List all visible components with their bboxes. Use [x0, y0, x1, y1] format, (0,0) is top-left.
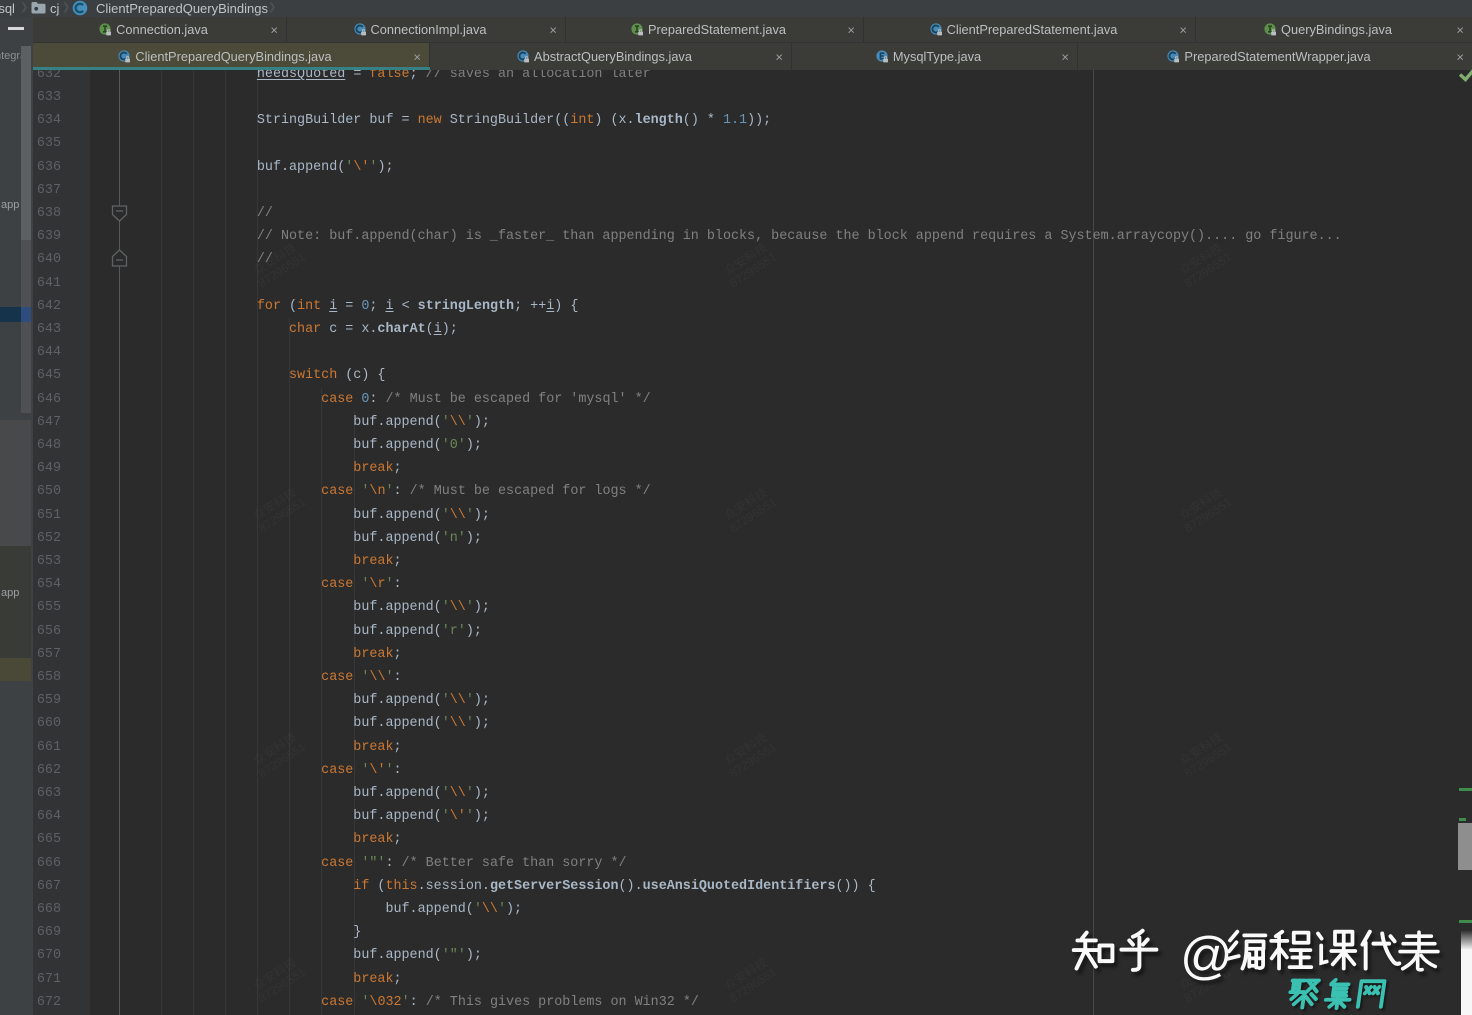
svg-text:@: @ [1180, 927, 1233, 985]
